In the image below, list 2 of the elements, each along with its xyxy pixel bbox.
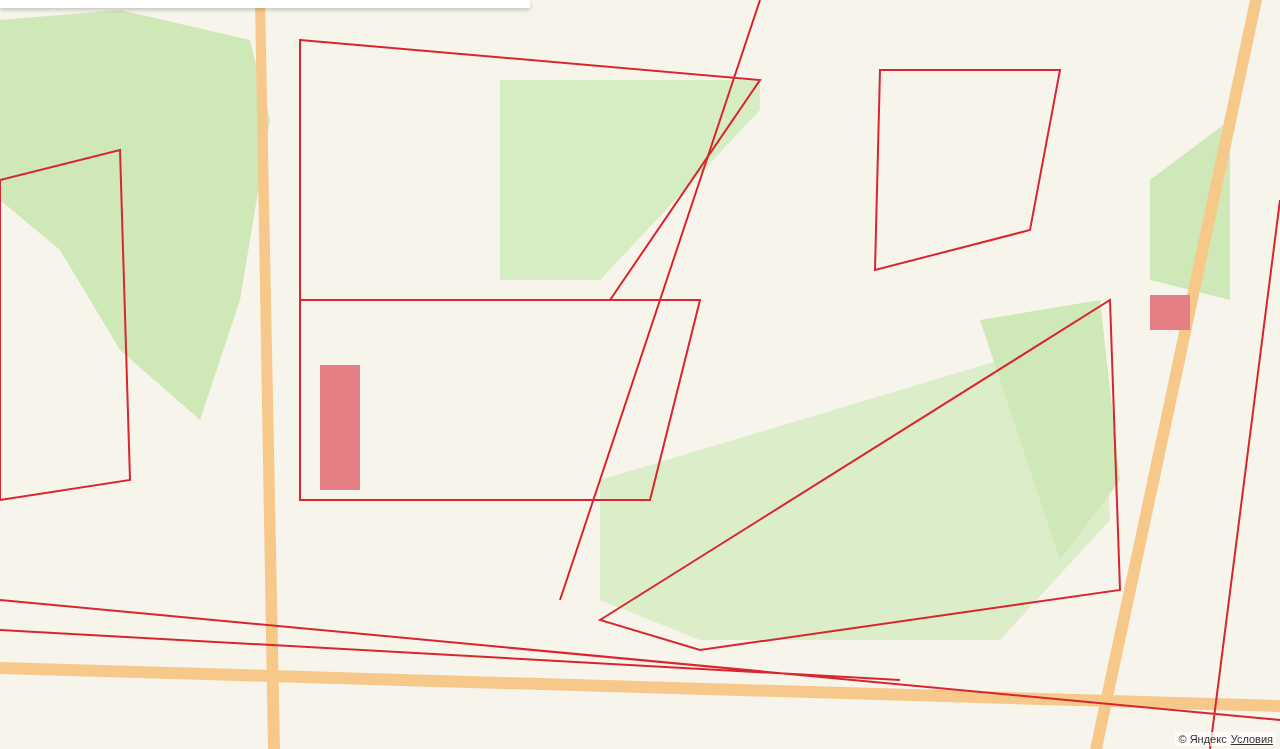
copyright-text: © Яндекс [1178,733,1227,745]
terms-link[interactable]: Условия [1230,733,1273,745]
